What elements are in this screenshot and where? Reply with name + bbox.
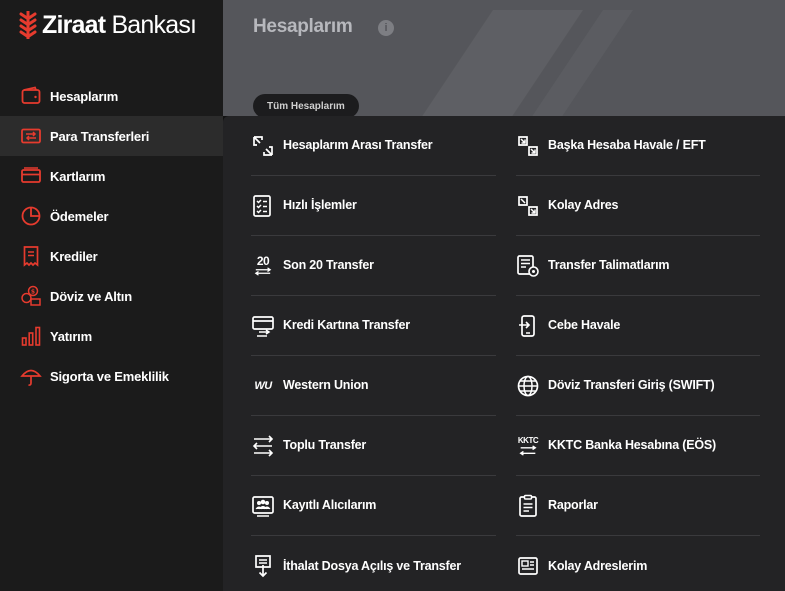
sidebar-item-label: Krediler: [50, 248, 98, 264]
easy-address-icon: [516, 194, 540, 218]
menu-item-label: Hesaplarım Arası Transfer: [283, 138, 433, 152]
menu-item-cebe-havale[interactable]: Cebe Havale: [516, 296, 760, 356]
menu-item-label: Raporlar: [548, 498, 598, 512]
sidebar-item-sigorta-ve-emeklilik[interactable]: Sigorta ve Emeklilik: [0, 356, 223, 396]
menu-item-hizli-islemler[interactable]: Hızlı İşlemler: [251, 176, 496, 236]
menu-item-son-20-transfer[interactable]: 20 Son 20 Transfer: [251, 236, 496, 296]
sidebar-item-label: Hesaplarım: [50, 88, 119, 104]
tab-tum-hesaplarim[interactable]: Tüm Hesaplarım: [253, 94, 359, 116]
sidebar-item-para-transferleri[interactable]: Para Transferleri: [0, 116, 223, 156]
swap-arrows-icon: [251, 134, 275, 158]
menu-item-label: Western Union: [283, 378, 369, 392]
saved-recipients-icon: [251, 494, 275, 518]
sidebar-item-label: Kartlarım: [50, 168, 106, 184]
sidebar-item-odemeler[interactable]: Ödemeler: [0, 196, 223, 236]
sidebar-item-yatirim[interactable]: Yatırım: [0, 316, 223, 356]
sidebar-item-label: Döviz ve Altın: [50, 288, 132, 304]
eft-arrows-icon: [516, 134, 540, 158]
brand-name-bold: Ziraat: [42, 10, 106, 39]
menu-item-kktc-banka-hesabina[interactable]: KKTC KKTC Banka Hesabına (EÖS): [516, 416, 760, 476]
info-icon[interactable]: i: [378, 20, 394, 36]
menu-item-toplu-transfer[interactable]: Toplu Transfer: [251, 416, 496, 476]
western-union-icon-text: WU: [254, 379, 272, 392]
menu-item-label: Toplu Transfer: [283, 438, 367, 452]
menu-item-label: Kolay Adreslerim: [548, 558, 648, 573]
sidebar: Ziraat Bankası Hesaplarım Para Transferl…: [0, 0, 223, 591]
menu-item-label: Cebe Havale: [548, 318, 621, 332]
pie-chart-icon: [20, 205, 42, 227]
page-header: Hesaplarım i Tüm Hesaplarım: [223, 0, 785, 116]
instructions-icon: [516, 254, 540, 278]
menu-item-label: Kredi Kartına Transfer: [283, 318, 410, 332]
menu-item-label: Hızlı İşlemler: [283, 198, 357, 212]
mobile-transfer-icon: [516, 314, 540, 338]
sidebar-item-doviz-ve-altin[interactable]: $ Döviz ve Altın: [0, 276, 223, 316]
card-transfer-icon: [251, 314, 275, 338]
menu-item-label: Kayıtlı Alıcılarım: [283, 498, 377, 512]
sidebar-item-krediler[interactable]: Krediler: [0, 236, 223, 276]
page-title: Hesaplarım: [253, 16, 353, 37]
menu-item-ithalat-dosya-acilis[interactable]: İthalat Dosya Açılış ve Transfer: [251, 536, 496, 591]
brand-logo[interactable]: Ziraat Bankası: [18, 8, 197, 42]
wheat-logo-icon: [19, 11, 37, 39]
import-file-icon: [251, 554, 275, 578]
sidebar-item-label: Ödemeler: [50, 208, 109, 224]
menu-item-transfer-talimatlarim[interactable]: Transfer Talimatlarım: [516, 236, 760, 296]
receipt-icon: [20, 245, 42, 267]
globe-icon: [516, 374, 540, 398]
bar-chart-icon: [20, 325, 42, 347]
sidebar-item-hesaplarim[interactable]: Hesaplarım: [0, 76, 223, 116]
header-decoration: [422, 10, 633, 116]
menu-item-label: KKTC Banka Hesabına (EÖS): [548, 438, 716, 452]
menu-item-western-union[interactable]: WU Western Union: [251, 356, 496, 416]
kktc-icon-text: KKTC: [517, 435, 539, 445]
menu-item-label: Son 20 Transfer: [283, 258, 374, 272]
umbrella-icon: [20, 365, 42, 387]
sidebar-nav: Hesaplarım Para Transferleri Kartlarım Ö…: [0, 76, 223, 396]
last-20-icon-text: 20: [256, 254, 270, 268]
last-20-icon: 20: [251, 254, 275, 278]
brand-name-regular: Bankası: [111, 10, 197, 39]
transfer-menu: Hesaplarım Arası Transfer Hızlı İşlemler…: [223, 116, 785, 591]
wallet-icon: [20, 85, 42, 107]
sidebar-item-label: Sigorta ve Emeklilik: [50, 368, 169, 384]
kktc-icon: KKTC: [516, 434, 540, 458]
sidebar-item-label: Yatırım: [50, 328, 92, 344]
menu-item-baska-hesaba-havale-eft[interactable]: Başka Hesaba Havale / EFT: [516, 116, 760, 176]
bulk-transfer-icon: [251, 434, 275, 458]
menu-item-kolay-adres[interactable]: Kolay Adres: [516, 176, 760, 236]
report-icon: [516, 494, 540, 518]
transfer-icon: [20, 125, 42, 147]
menu-item-kolay-adreslerim[interactable]: Kolay Adreslerim: [516, 536, 760, 591]
address-list-icon: [516, 554, 540, 578]
svg-text:$: $: [31, 288, 35, 295]
menu-item-kayitli-alicilarim[interactable]: Kayıtlı Alıcılarım: [251, 476, 496, 536]
menu-item-raporlar[interactable]: Raporlar: [516, 476, 760, 536]
menu-item-doviz-transferi-giris-swift[interactable]: Döviz Transferi Giriş (SWIFT): [516, 356, 760, 416]
coins-icon: $: [20, 285, 42, 307]
menu-item-label: Kolay Adres: [548, 198, 619, 212]
western-union-icon: WU: [251, 374, 275, 398]
menu-item-label: Başka Hesaba Havale / EFT: [548, 138, 706, 152]
menu-item-label: Transfer Talimatlarım: [548, 258, 670, 272]
sidebar-item-kartlarim[interactable]: Kartlarım: [0, 156, 223, 196]
menu-item-label: Döviz Transferi Giriş (SWIFT): [548, 378, 715, 392]
menu-item-kredi-kartina-transfer[interactable]: Kredi Kartına Transfer: [251, 296, 496, 356]
menu-item-hesaplarim-arasi-transfer[interactable]: Hesaplarım Arası Transfer: [251, 116, 496, 176]
checklist-icon: [251, 194, 275, 218]
menu-item-label: İthalat Dosya Açılış ve Transfer: [283, 558, 461, 573]
card-icon: [20, 165, 42, 187]
sidebar-item-label: Para Transferleri: [50, 128, 150, 144]
